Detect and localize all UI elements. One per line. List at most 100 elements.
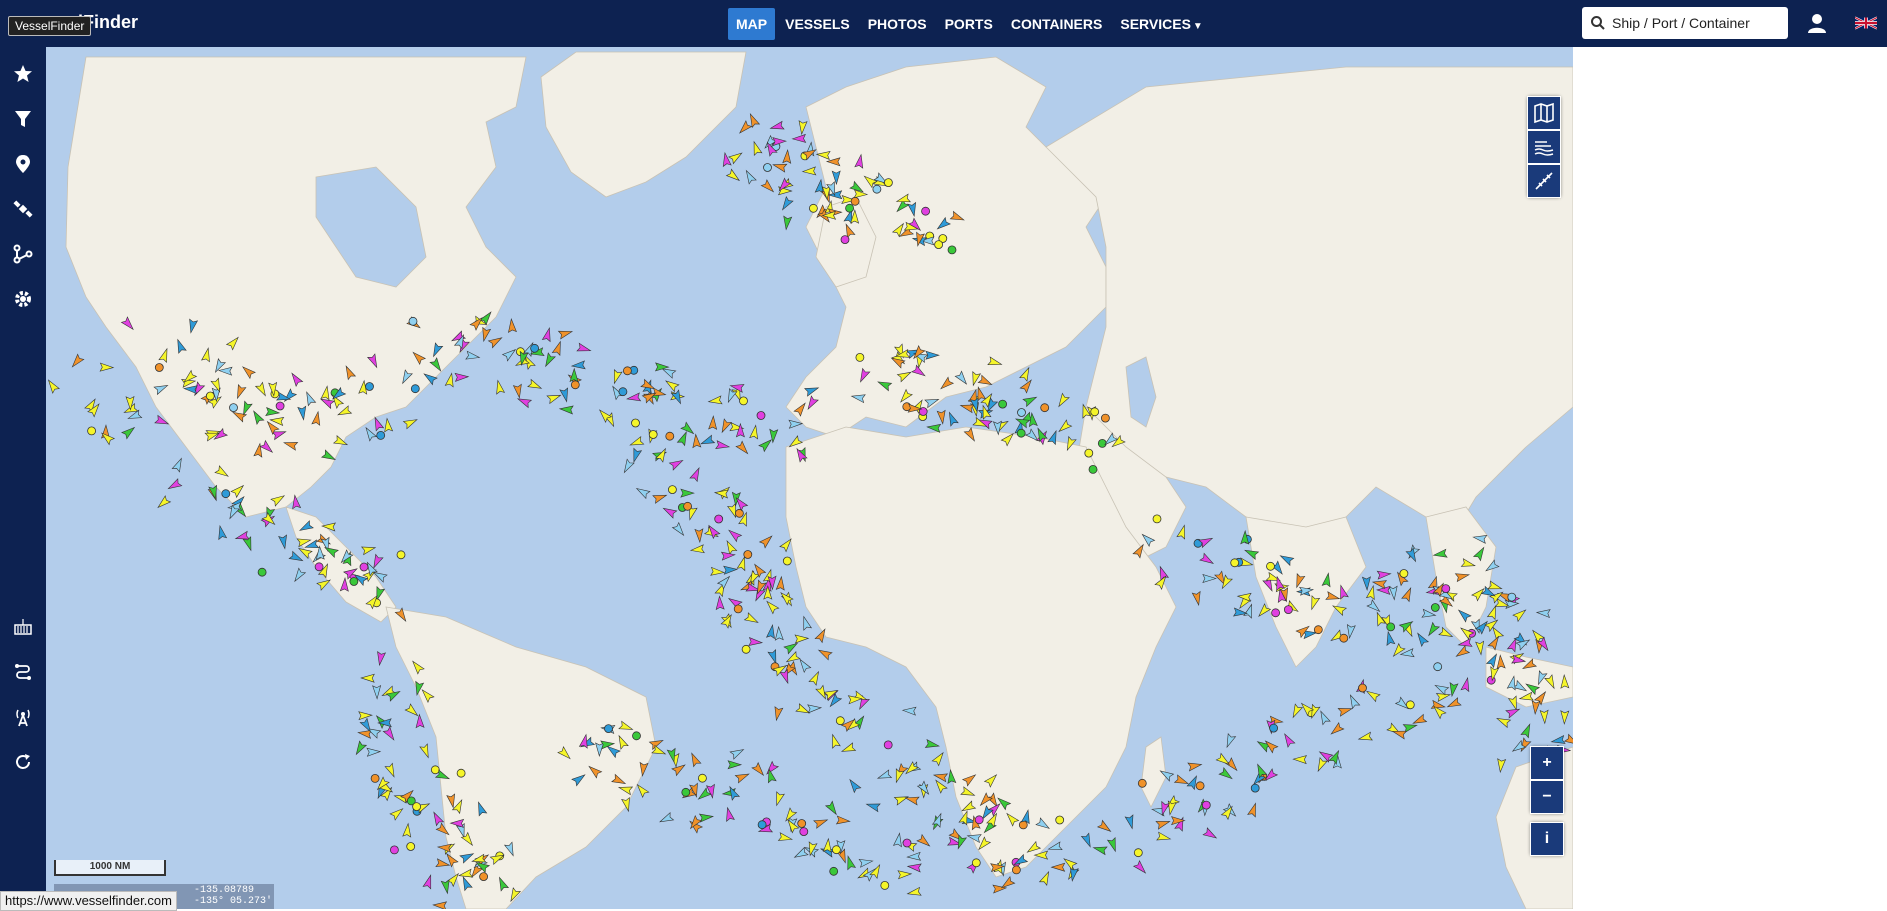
refresh-button[interactable] [0, 742, 46, 782]
vessel-marker[interactable] [1496, 758, 1507, 774]
vessel-marker[interactable] [658, 811, 675, 826]
vessel-marker[interactable] [69, 353, 85, 369]
vessel-marker[interactable] [1080, 832, 1093, 848]
vessel-marker[interactable] [694, 528, 704, 544]
vessel-marker[interactable] [621, 458, 635, 474]
vessel-marker[interactable] [1155, 818, 1171, 830]
map-layers-button[interactable] [1527, 96, 1561, 130]
satellite-button[interactable] [0, 189, 46, 229]
vessel-marker[interactable] [699, 434, 716, 447]
vessel-marker[interactable] [921, 206, 930, 216]
vessel-marker[interactable] [772, 161, 788, 173]
nav-services[interactable]: SERVICES ▼ [1112, 8, 1210, 40]
vessel-marker[interactable] [1520, 723, 1533, 739]
vessel-marker[interactable] [760, 179, 776, 195]
vessel-marker[interactable] [743, 550, 753, 559]
vessel-marker[interactable] [681, 787, 691, 797]
vessel-marker[interactable] [683, 501, 692, 511]
vessel-marker[interactable] [727, 760, 743, 770]
zoom-in-button[interactable]: + [1530, 746, 1564, 780]
vessel-marker[interactable] [1187, 761, 1203, 772]
vessel-marker[interactable] [779, 195, 794, 212]
route-planner-button[interactable] [0, 652, 46, 692]
vessel-marker[interactable] [205, 391, 215, 401]
measure-button[interactable] [1527, 164, 1561, 198]
vessel-marker[interactable] [422, 874, 434, 890]
vessel-marker[interactable] [1101, 413, 1110, 423]
vessel-marker[interactable] [1292, 755, 1308, 765]
vessel-marker[interactable] [835, 716, 845, 726]
filter-button[interactable] [0, 99, 46, 139]
vessel-marker[interactable] [680, 488, 695, 498]
vessel-marker[interactable] [751, 761, 766, 778]
vessel-marker[interactable] [275, 401, 285, 411]
vessel-marker[interactable] [883, 740, 893, 750]
vessel-marker[interactable] [974, 815, 984, 825]
vessel-marker[interactable] [1132, 859, 1149, 876]
vessel-marker[interactable] [692, 433, 702, 449]
zoom-out-button[interactable]: − [1530, 780, 1564, 814]
vessel-marker[interactable] [155, 495, 172, 511]
vessel-marker[interactable] [741, 644, 751, 654]
vessel-marker[interactable] [576, 342, 592, 354]
vessel-marker[interactable] [618, 387, 628, 397]
vessel-marker[interactable] [360, 544, 377, 556]
vessel-marker[interactable] [1454, 645, 1471, 660]
vessel-marker[interactable] [710, 566, 726, 576]
vessel-marker[interactable] [763, 163, 772, 172]
vessel-marker[interactable] [359, 562, 369, 572]
vessel-marker[interactable] [383, 417, 394, 433]
vessel-marker[interactable] [1441, 584, 1451, 593]
vessel-marker[interactable] [880, 881, 890, 890]
vessel-marker[interactable] [689, 466, 703, 483]
vessel-marker[interactable] [376, 430, 386, 440]
vessel-marker[interactable] [840, 742, 857, 755]
vessel-marker[interactable] [840, 235, 850, 245]
vessel-marker[interactable] [1507, 592, 1517, 602]
vessel-marker[interactable] [1376, 570, 1392, 580]
vessel-marker[interactable] [1399, 569, 1409, 578]
vessel-marker[interactable] [559, 387, 571, 403]
vessel-marker[interactable] [1202, 827, 1218, 842]
vessel-marker[interactable] [229, 403, 238, 413]
vessel-marker[interactable] [897, 870, 913, 880]
vessel-marker[interactable] [735, 508, 744, 518]
vessel-marker[interactable] [1017, 408, 1026, 417]
vessel-marker[interactable] [1446, 697, 1462, 711]
vessel-marker[interactable] [689, 544, 705, 555]
vessel-marker[interactable] [507, 318, 517, 333]
vessel-marker[interactable] [1414, 631, 1430, 648]
search-box[interactable] [1582, 7, 1788, 39]
vessel-marker[interactable] [777, 832, 794, 844]
vessel-marker[interactable] [737, 120, 753, 136]
nav-containers[interactable]: CONTAINERS [1003, 8, 1111, 40]
vessel-marker[interactable] [1137, 778, 1147, 788]
vessel-marker[interactable] [1016, 428, 1026, 438]
vessel-marker[interactable] [1539, 709, 1549, 725]
vessel-marker[interactable] [1243, 603, 1256, 619]
vessel-marker[interactable] [1460, 676, 1472, 693]
vessel-marker[interactable] [765, 623, 777, 640]
vessel-marker[interactable] [998, 399, 1007, 409]
vessel-marker[interactable] [926, 423, 942, 433]
vessel-marker[interactable] [288, 550, 304, 564]
vessel-marker[interactable] [1271, 608, 1280, 618]
vessel-marker[interactable] [1084, 448, 1094, 458]
vessel-marker[interactable] [733, 604, 743, 614]
vessel-marker[interactable] [1487, 635, 1502, 651]
vessel-marker[interactable] [1269, 723, 1278, 733]
vessel-marker[interactable] [1166, 800, 1177, 816]
vessel-marker[interactable] [1176, 524, 1188, 540]
vessel-marker[interactable] [1505, 705, 1521, 719]
vessel-marker[interactable] [782, 215, 793, 231]
vessel-marker[interactable] [631, 418, 640, 428]
vessel-marker[interactable] [698, 773, 707, 783]
vessel-marker[interactable] [1266, 561, 1275, 571]
vessel-marker[interactable] [747, 112, 761, 129]
vessel-marker[interactable] [1535, 608, 1551, 619]
vessel-marker[interactable] [629, 436, 645, 449]
vessel-marker[interactable] [372, 684, 382, 700]
vessel-marker[interactable] [652, 491, 668, 504]
vessel-marker[interactable] [724, 539, 738, 556]
vessel-marker[interactable] [435, 858, 451, 869]
